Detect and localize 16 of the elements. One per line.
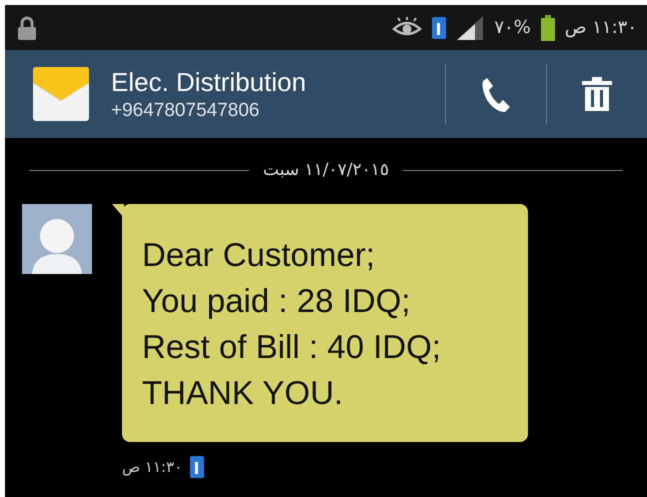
eye-icon bbox=[392, 16, 422, 38]
contact-name: Elec. Distribution bbox=[111, 66, 308, 98]
trash-icon bbox=[582, 77, 612, 111]
sim-icon bbox=[432, 16, 446, 38]
lock-icon bbox=[17, 16, 37, 40]
signal-icon bbox=[456, 16, 484, 40]
envelope-icon bbox=[33, 67, 89, 121]
status-time: ١١:٣٠ ص bbox=[564, 17, 637, 38]
date-label: ١١/٠٧/٢٠١٥ سبت bbox=[263, 160, 389, 180]
battery-icon bbox=[540, 14, 555, 40]
battery-percent: ٧٠% bbox=[494, 17, 531, 38]
delivered-sim-icon bbox=[190, 456, 204, 478]
message-time: ١١:٣٠ ص bbox=[122, 458, 182, 476]
phone-number: +9647807547806 bbox=[111, 100, 260, 122]
phone-icon bbox=[481, 76, 511, 112]
bubble-tail bbox=[112, 204, 124, 218]
